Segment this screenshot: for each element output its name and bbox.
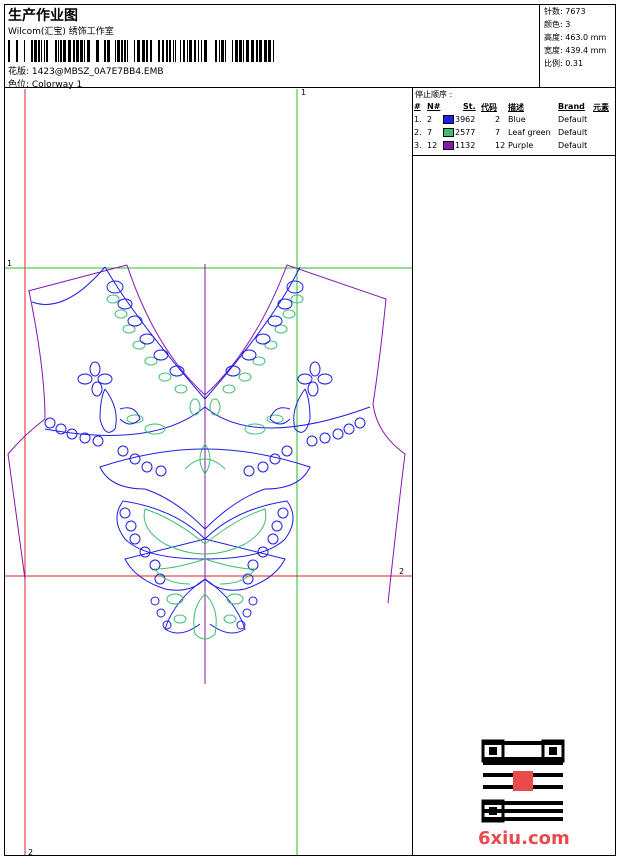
col-header-element: 元素 [593, 103, 609, 112]
stat-height: 高度: 463.0 mm [544, 33, 607, 42]
row-index: 3. [414, 141, 422, 150]
color-swatch [443, 141, 454, 150]
col-header-stitches: St. [463, 102, 476, 111]
row-code: 7 [495, 128, 501, 137]
page-title: 生产作业图 [8, 8, 78, 24]
stat-width: 宽度: 439.4 mm [544, 46, 607, 55]
neckline-blue [31, 266, 301, 400]
guide-label: 1 [7, 259, 12, 268]
row-brand: Default [558, 115, 588, 124]
stat-stitches: 针数: 7673 [544, 7, 586, 16]
col-header-description: 描述 [508, 103, 524, 112]
row-code: 2 [495, 115, 501, 124]
row-description: Blue [508, 115, 526, 124]
stat-colors: 颜色: 3 [544, 20, 571, 29]
row-stitches: 2577 [455, 128, 476, 137]
col-header-code: 代码 [481, 103, 497, 112]
row-description: Purple [508, 141, 534, 150]
header-panel: 生产作业图 Wilcom(汇宝) 绣饰工作室 花版: 1423@MBSZ_0A7… [4, 4, 540, 90]
col-header-index: # [414, 102, 421, 111]
divider [412, 156, 413, 856]
row-description: Leaf green [508, 128, 551, 137]
flower-motif-left [77, 361, 141, 433]
row-code: 12 [495, 141, 506, 150]
row-brand: Default [558, 128, 588, 137]
row-needle: 2 [427, 115, 433, 124]
row-index: 1. [414, 115, 422, 124]
color-swatch [443, 115, 454, 124]
stats-panel: 针数: 7673 颜色: 3 高度: 463.0 mm 宽度: 439.4 mm… [540, 4, 616, 88]
bodice-outline [7, 264, 406, 604]
row-index: 2. [414, 128, 422, 137]
watermark-text: 6xiu.com [478, 828, 570, 849]
guide-label: 2 [28, 848, 33, 855]
qr-code-image [480, 738, 566, 824]
row-brand: Default [558, 141, 588, 150]
col-header-needle: N# [427, 102, 441, 111]
design-file-label: 花版: 1423@MBSZ_0A7E7BB4.EMB [8, 67, 164, 77]
row-stitches: 3962 [455, 115, 476, 124]
embroidery-design-canvas: 1 1 2 2 [5, 89, 412, 855]
stop-sequence-title: 停止顺序 : [415, 90, 453, 99]
row-stitches: 1132 [455, 141, 476, 150]
color-swatch [443, 128, 454, 137]
hem-curve-blue [44, 406, 371, 436]
row-needle: 7 [427, 128, 433, 137]
company-name: Wilcom(汇宝) 绣饰工作室 [8, 27, 114, 37]
col-header-brand: Brand [558, 102, 585, 111]
stat-scale: 比例: 0.31 [544, 59, 584, 68]
guide-label: 2 [399, 567, 404, 576]
stop-sequence-table: 停止顺序 : # N# St. 代码 描述 Brand 元素 1. 2 3962… [412, 88, 616, 156]
guide-label: 1 [301, 89, 306, 97]
row-needle: 12 [427, 141, 438, 150]
barcode-image [8, 40, 274, 62]
